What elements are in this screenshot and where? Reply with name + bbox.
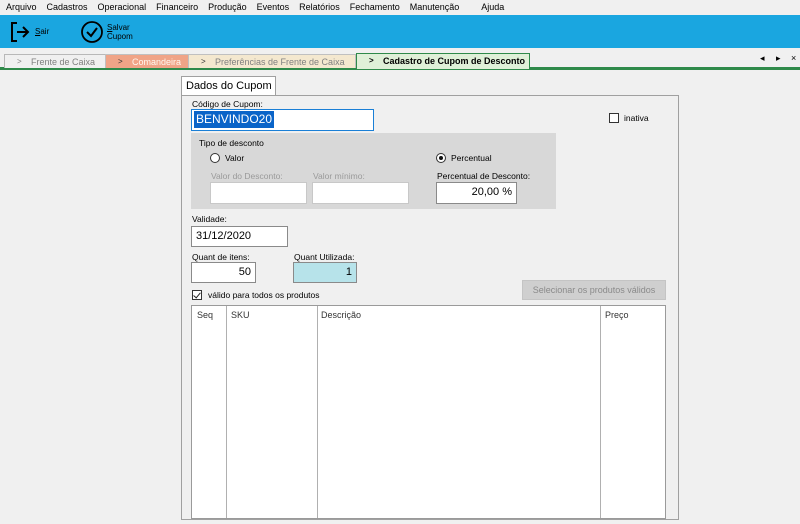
menu-fechamento[interactable]: Fechamento [344, 0, 404, 15]
coupon-code-label: Código de Cupom: [192, 99, 263, 109]
toolbar: Sair Salvar Cupom [0, 15, 800, 48]
menu-eventos[interactable]: Eventos [251, 0, 294, 15]
discount-value-label: Valor do Desconto: [211, 171, 283, 181]
check-circle-icon [80, 20, 104, 44]
tab-scroll-right-icon[interactable]: ▸ [776, 53, 781, 64]
menu-arquivo[interactable]: Arquivo [0, 0, 41, 15]
tab-preferencias-frente-de-caixa[interactable]: > Preferências de Frente de Caixa [188, 54, 356, 68]
tab-scroll-left-icon[interactable]: ◂ [760, 53, 765, 64]
coupon-code-value: BENVINDO20 [194, 111, 275, 128]
grid-column-sku [227, 306, 318, 518]
tab-label: Preferências de Frente de Caixa [215, 57, 345, 67]
menu-financeiro[interactable]: Financeiro [150, 0, 202, 15]
all-products-label: válido para todos os produtos [208, 290, 320, 300]
tab-label: Comandeira [132, 57, 182, 67]
grid-header-preco[interactable]: Preço [605, 310, 629, 320]
discount-type-label: Tipo de desconto [199, 138, 264, 148]
inactive-label: inativa [624, 113, 649, 123]
menu-manutencao[interactable]: Manutenção [404, 0, 464, 15]
document-tabstrip: > Frente de Caixa > Comandeira > Preferê… [0, 48, 800, 70]
validity-label: Validade: [192, 214, 227, 224]
min-value-input[interactable] [312, 182, 409, 204]
tab-dados-do-cupom[interactable]: Dados do Cupom [181, 76, 276, 96]
discount-value-input[interactable] [210, 182, 307, 204]
tab-arrow-icon: > [118, 57, 123, 66]
menu-relatorios[interactable]: Relatórios [293, 0, 344, 15]
coupon-code-input[interactable]: BENVINDO20 [191, 109, 374, 131]
validity-input[interactable]: 31/12/2020 [191, 226, 288, 247]
menu-producao[interactable]: Produção [202, 0, 251, 15]
qty-used-input[interactable]: 1 [293, 262, 357, 283]
discount-percent-input[interactable]: 20,00 % [436, 182, 517, 204]
qty-items-label: Quant de itens: [192, 252, 250, 262]
select-products-button[interactable]: Selecionar os produtos válidos [522, 280, 666, 300]
menu-bar: Arquivo Cadastros Operacional Financeiro… [0, 0, 800, 15]
grid-header-seq[interactable]: Seq [197, 310, 213, 320]
menu-cadastros[interactable]: Cadastros [41, 0, 92, 15]
tab-label: Cadastro de Cupom de Desconto [383, 56, 526, 66]
tab-arrow-icon: > [201, 57, 206, 66]
radio-valor[interactable] [210, 153, 220, 163]
tab-arrow-icon: > [369, 56, 374, 65]
inactive-checkbox[interactable] [609, 113, 619, 123]
min-value-label: Valor mínimo: [313, 171, 365, 181]
tab-label: Frente de Caixa [31, 57, 96, 67]
products-grid[interactable]: Seq SKU Descrição Preço [191, 305, 666, 519]
all-products-checkbox[interactable] [192, 290, 202, 300]
menu-operacional[interactable]: Operacional [92, 0, 151, 15]
radio-percentual[interactable] [436, 153, 446, 163]
grid-column-seq [192, 306, 227, 518]
menu-ajuda[interactable]: Ajuda [475, 0, 508, 15]
exit-icon [8, 20, 32, 44]
save-coupon-label: Salvar Cupom [107, 22, 133, 41]
grid-column-descricao [318, 306, 601, 518]
qty-used-label: Quant Utilizada: [294, 252, 355, 262]
radio-valor-label: Valor [225, 153, 245, 163]
exit-button[interactable]: Sair [8, 17, 49, 46]
tab-comandeira[interactable]: > Comandeira [105, 54, 189, 68]
discount-percent-label: Percentual de Desconto: [437, 171, 531, 181]
close-tab-icon[interactable]: × [791, 53, 796, 63]
grid-header-sku[interactable]: SKU [231, 310, 250, 320]
tab-arrow-icon: > [17, 57, 22, 66]
save-coupon-button[interactable]: Salvar Cupom [80, 17, 133, 46]
tab-frente-de-caixa[interactable]: > Frente de Caixa [4, 54, 108, 68]
tab-cadastro-cupom-desconto[interactable]: > Cadastro de Cupom de Desconto [356, 53, 530, 69]
qty-items-input[interactable]: 50 [191, 262, 256, 283]
exit-label: Sair [35, 27, 50, 36]
radio-percentual-label: Percentual [451, 153, 492, 163]
grid-header-descricao[interactable]: Descrição [321, 310, 361, 320]
